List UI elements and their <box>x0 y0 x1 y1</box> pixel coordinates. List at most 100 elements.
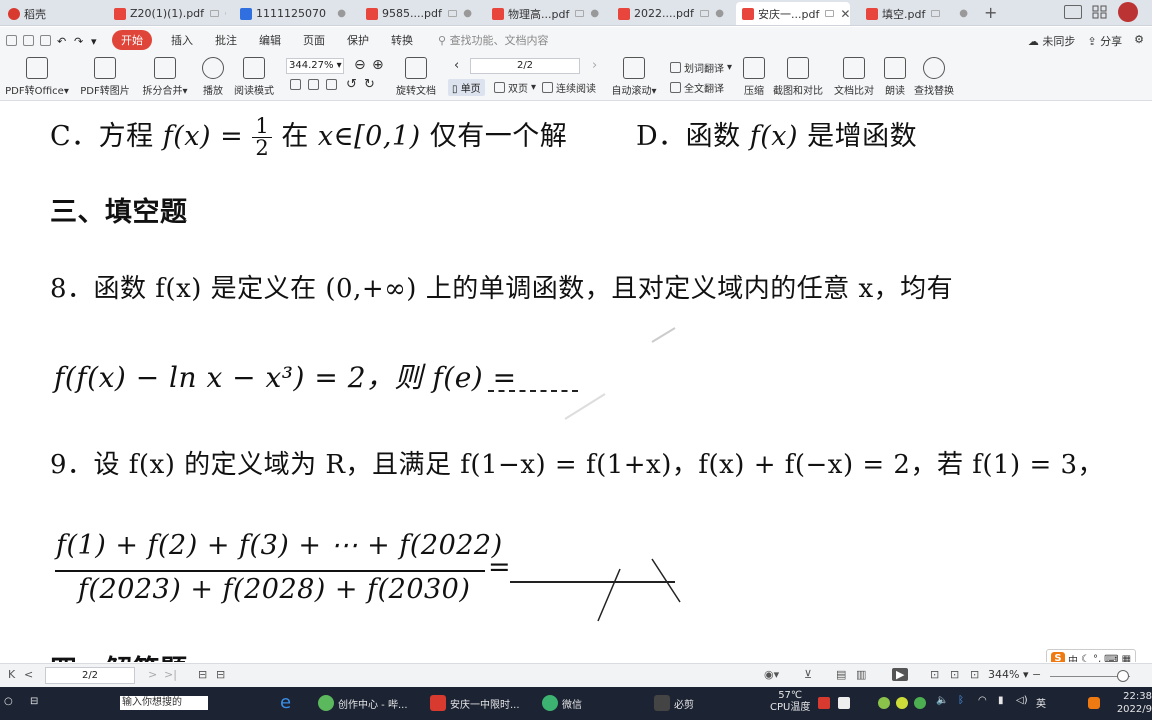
close-icon[interactable]: ● <box>709 8 724 19</box>
taskbar-search-input[interactable]: 输入你想搜的 <box>120 696 208 710</box>
play-slideshow-icon[interactable]: ▶ <box>892 668 909 681</box>
close-icon[interactable]: ● <box>219 8 226 19</box>
fit-icon[interactable]: ⊻ <box>804 668 812 681</box>
task-view-icon[interactable]: ⊟ <box>30 696 38 707</box>
grid-apps-icon[interactable] <box>1092 5 1110 19</box>
moon-icon[interactable]: ☾ <box>1081 654 1090 663</box>
compress-button[interactable]: 压缩 <box>740 57 768 97</box>
single-page-button[interactable]: ▯ 单页 <box>448 79 485 96</box>
search-icon[interactable]: ○ <box>4 696 13 707</box>
tray-app-icon[interactable] <box>838 697 850 709</box>
speaker-icon[interactable]: ◁) <box>1016 695 1028 706</box>
rotate-right-icon[interactable]: ↻ <box>364 77 375 92</box>
punctuation-icon[interactable]: °, <box>1093 654 1101 663</box>
window-mode-icon[interactable] <box>1064 5 1082 19</box>
forward-icon[interactable]: ⊟ <box>216 668 225 681</box>
pin-icon[interactable] <box>699 10 709 17</box>
doc-compare-button[interactable]: 文档比对 <box>832 57 876 97</box>
pdf-to-office-button[interactable]: PDF转Office▾ <box>5 57 69 97</box>
screenshot-compare-button[interactable]: 截图和对比 <box>772 57 824 97</box>
menu-protect[interactable]: 保护 <box>347 32 369 48</box>
tray-green-icon[interactable] <box>878 697 890 709</box>
auto-scroll-button[interactable]: 自动滚动▾ <box>610 57 658 97</box>
rotate-doc-button[interactable]: 旋转文档 <box>396 57 436 97</box>
microphone-icon[interactable]: ▮ <box>998 695 1004 706</box>
split-merge-button[interactable]: 拆分合并▾ <box>140 57 190 97</box>
pin-icon[interactable] <box>210 10 220 17</box>
tab-document[interactable]: 9585....pdf ● <box>360 2 478 25</box>
chevron-down-icon[interactable]: ▾ <box>91 35 102 48</box>
taskbar-item[interactable]: 必剪 <box>654 695 694 711</box>
page-input[interactable]: 2/2 <box>470 58 580 74</box>
taskbar-item[interactable]: 创作中心 - 哔... <box>318 695 408 711</box>
menu-comment[interactable]: 批注 <box>215 32 237 48</box>
zoom-in-icon[interactable]: ⊕ <box>372 57 384 73</box>
close-icon[interactable]: ● <box>331 8 346 19</box>
pin-icon[interactable] <box>447 10 457 17</box>
continuous-read-button[interactable]: 连续阅读 <box>542 80 596 95</box>
taskbar-item[interactable]: 安庆一中限时... <box>430 695 520 711</box>
zoom-out-icon[interactable]: − <box>1032 668 1041 681</box>
pin-icon[interactable] <box>825 10 835 17</box>
pin-icon[interactable] <box>931 10 941 17</box>
ime-toolbar[interactable]: S 中 ☾ °, ⌨ ▦ <box>1046 649 1137 663</box>
close-icon[interactable]: ● <box>584 8 599 19</box>
fit-page-icon[interactable]: ⊡ <box>950 668 959 681</box>
fit-page-icon[interactable] <box>308 79 319 90</box>
wifi-icon[interactable]: ◠ <box>978 695 987 706</box>
status-page-input[interactable]: 2/2 <box>45 667 135 684</box>
single-page-view-icon[interactable]: ▤ <box>836 668 846 681</box>
ime-mode[interactable]: 中 <box>1068 652 1078 663</box>
new-tab-button[interactable]: + <box>984 3 997 22</box>
system-clock[interactable]: 22:38 2022/9 <box>1114 690 1152 716</box>
play-button[interactable]: 播放 <box>198 57 228 97</box>
tab-document[interactable]: 1111125070 ● <box>234 2 352 25</box>
fit-width-icon[interactable] <box>326 79 337 90</box>
print-icon[interactable] <box>40 34 51 46</box>
actual-size-icon[interactable] <box>290 79 301 90</box>
eye-protect-icon[interactable]: ◉▾ <box>764 668 779 681</box>
tab-document-active[interactable]: 安庆一...pdf ✕ <box>736 2 850 25</box>
function-search[interactable]: ⚲ 查找功能、文档内容 <box>438 32 549 48</box>
pdf-to-image-button[interactable]: PDF转图片 <box>78 57 132 97</box>
tools-icon[interactable]: ▦ <box>1122 654 1131 663</box>
share-button[interactable]: ⇪ 分享 <box>1087 33 1122 49</box>
bluetooth-icon[interactable]: ᛒ <box>958 695 964 706</box>
sogou-tray-icon[interactable] <box>1088 697 1100 709</box>
user-avatar[interactable] <box>1118 2 1138 22</box>
next-page-icon[interactable]: > <box>148 668 157 681</box>
zoom-input[interactable]: 344.27% ▾ <box>286 58 344 74</box>
tab-docer-home[interactable]: 稻壳 <box>2 2 98 25</box>
redo-icon[interactable]: ↷ <box>74 35 85 48</box>
save-icon[interactable] <box>23 34 34 46</box>
menu-home[interactable]: 开始 <box>112 30 152 50</box>
select-translate-button[interactable]: 划词翻译 ▾ <box>670 60 732 75</box>
next-page-icon[interactable]: › <box>592 58 597 73</box>
undo-icon[interactable]: ↶ <box>57 35 68 48</box>
read-aloud-button[interactable]: 朗读 <box>882 57 908 97</box>
actual-size-icon[interactable]: ⊡ <box>930 668 939 681</box>
rotate-left-icon[interactable]: ↺ <box>346 77 357 92</box>
tray-yellow-icon[interactable] <box>896 697 908 709</box>
double-page-view-icon[interactable]: ▥ <box>856 668 866 681</box>
wps-tray-icon[interactable] <box>818 697 830 709</box>
taskbar-item[interactable]: 微信 <box>542 695 582 711</box>
pin-icon[interactable] <box>575 10 585 17</box>
close-icon[interactable]: ✕ <box>834 7 850 21</box>
last-page-icon[interactable]: >| <box>164 668 177 681</box>
double-page-button[interactable]: 双页 ▾ <box>494 80 536 95</box>
tray-nvidia-icon[interactable] <box>914 697 926 709</box>
open-folder-icon[interactable] <box>6 34 17 46</box>
close-icon[interactable]: ● <box>953 8 968 19</box>
prev-page-icon[interactable]: ‹ <box>454 58 459 73</box>
read-mode-button[interactable]: 阅读模式 <box>232 57 276 97</box>
tab-document[interactable]: 物理高...pdf ● <box>486 2 604 25</box>
settings-button[interactable]: ⚙ <box>1134 33 1144 49</box>
zoom-slider-handle[interactable] <box>1117 670 1129 682</box>
volume-icon[interactable]: 🔈 <box>936 695 948 706</box>
status-zoom[interactable]: 344% ▾ <box>988 668 1028 681</box>
menu-edit[interactable]: 编辑 <box>259 32 281 48</box>
zoom-out-icon[interactable]: ⊖ <box>354 57 366 73</box>
menu-convert[interactable]: 转换 <box>391 32 413 48</box>
sync-button[interactable]: ☁ 未同步 <box>1028 33 1076 49</box>
